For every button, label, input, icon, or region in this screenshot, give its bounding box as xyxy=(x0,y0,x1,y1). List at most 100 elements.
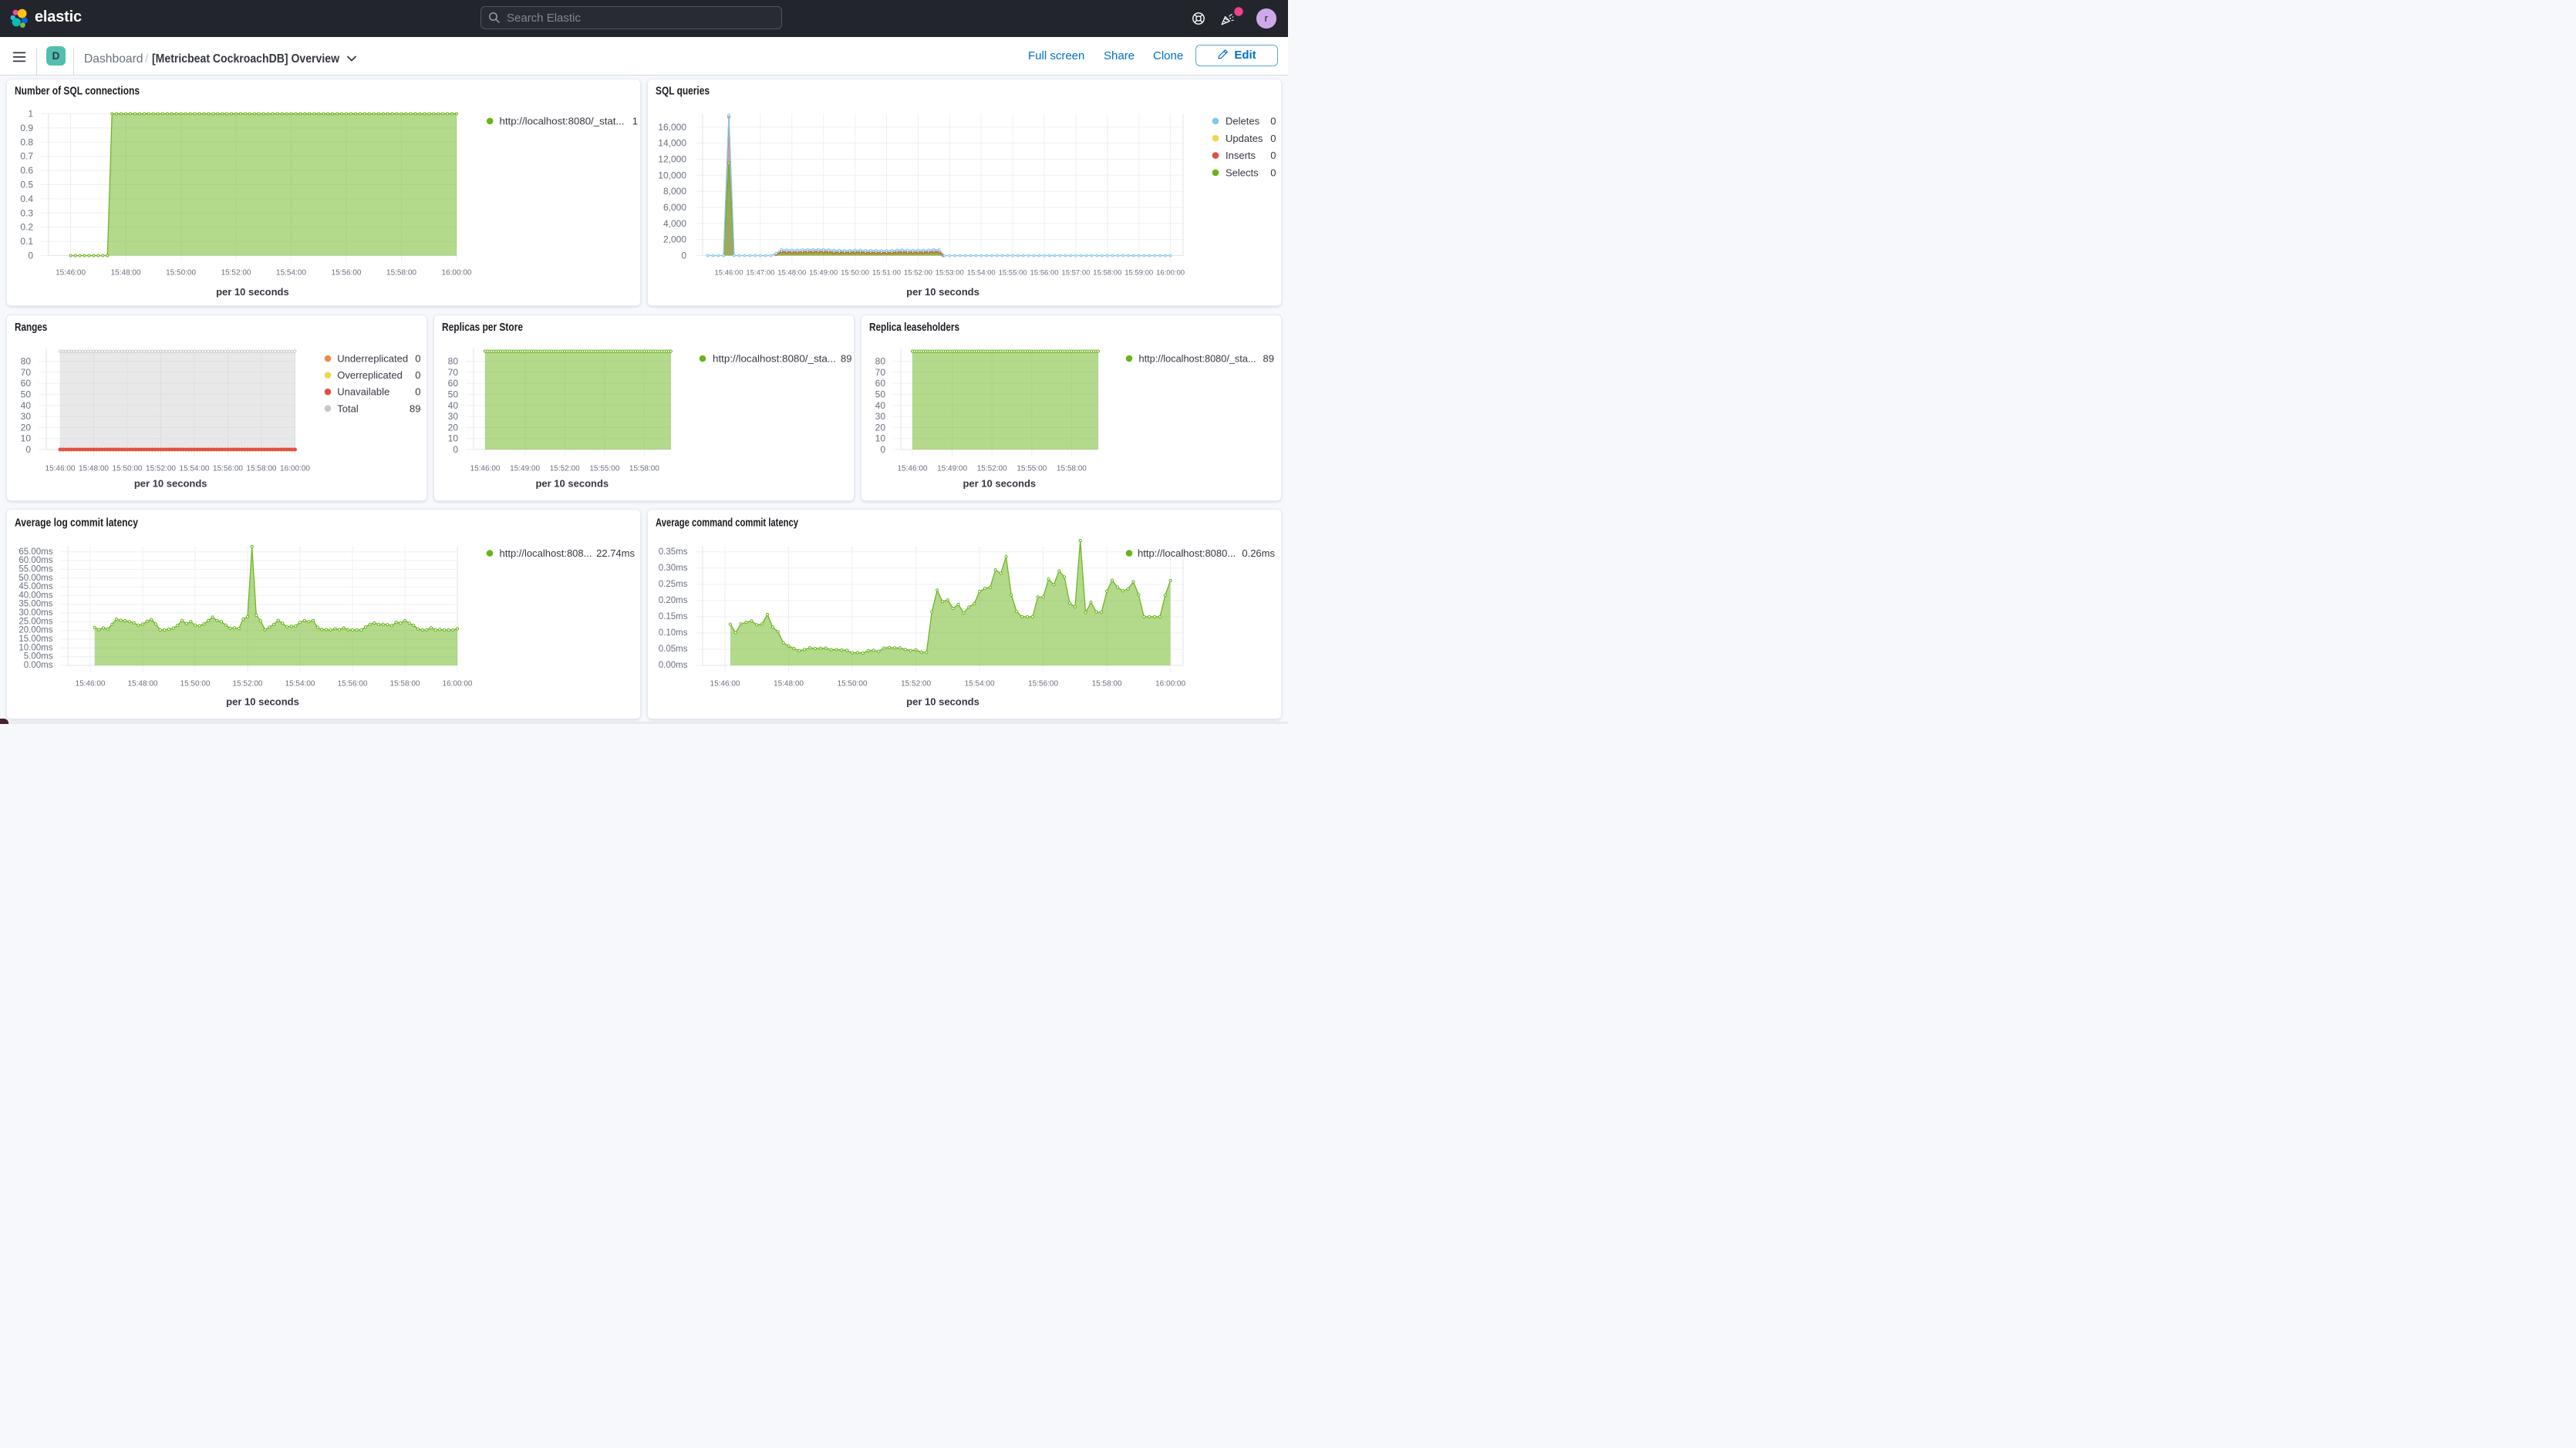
svg-text:10: 10 xyxy=(21,433,32,443)
svg-text:0: 0 xyxy=(1270,132,1276,143)
svg-text:10.00ms: 10.00ms xyxy=(19,643,52,652)
svg-text:15:48:00: 15:48:00 xyxy=(774,679,804,688)
svg-text:16:00:00: 16:00:00 xyxy=(442,268,472,277)
svg-text:30.00ms: 30.00ms xyxy=(19,608,52,618)
svg-text:1: 1 xyxy=(28,108,33,119)
svg-text:89: 89 xyxy=(410,402,420,414)
svg-text:15:54:00: 15:54:00 xyxy=(180,464,210,473)
svg-text:0: 0 xyxy=(453,444,458,455)
svg-text:15:56:00: 15:56:00 xyxy=(213,464,243,473)
svg-text:15:46:00: 15:46:00 xyxy=(46,464,76,473)
svg-text:per 10 seconds: per 10 seconds xyxy=(216,286,289,298)
svg-text:15:54:00: 15:54:00 xyxy=(967,268,996,277)
svg-text:0: 0 xyxy=(415,352,420,364)
svg-text:Average command commit latency: Average command commit latency xyxy=(656,516,798,529)
svg-text:15:50:00: 15:50:00 xyxy=(180,679,211,688)
svg-text:10: 10 xyxy=(875,433,886,443)
svg-text:Deletes: Deletes xyxy=(1226,115,1260,126)
svg-text:15:57:00: 15:57:00 xyxy=(1061,268,1090,277)
svg-text:2,000: 2,000 xyxy=(663,234,686,244)
svg-text:15:49:00: 15:49:00 xyxy=(510,464,540,473)
svg-text:http://localhost:8080...: http://localhost:8080... xyxy=(1138,547,1236,559)
svg-text:70: 70 xyxy=(875,366,886,377)
svg-text:15:50:00: 15:50:00 xyxy=(841,268,869,277)
svg-text:15:51:00: 15:51:00 xyxy=(872,268,901,277)
svg-text:0.10ms: 0.10ms xyxy=(659,628,688,637)
svg-text:15:48:00: 15:48:00 xyxy=(128,679,158,688)
svg-text:0: 0 xyxy=(1270,150,1276,161)
svg-text:0.9: 0.9 xyxy=(20,122,33,133)
svg-text:16,000: 16,000 xyxy=(658,121,686,132)
svg-text:14,000: 14,000 xyxy=(658,137,686,148)
svg-text:0.6: 0.6 xyxy=(20,165,33,176)
svg-text:50: 50 xyxy=(448,389,459,399)
svg-text:15:46:00: 15:46:00 xyxy=(715,268,743,277)
svg-text:15:48:00: 15:48:00 xyxy=(79,464,109,473)
svg-text:6,000: 6,000 xyxy=(663,202,686,213)
svg-text:15:47:00: 15:47:00 xyxy=(746,268,774,277)
svg-text:4,000: 4,000 xyxy=(663,217,686,228)
svg-text:60: 60 xyxy=(875,378,886,389)
svg-text:15:56:00: 15:56:00 xyxy=(338,679,368,688)
svg-text:Underreplicated: Underreplicated xyxy=(337,352,408,364)
svg-text:Unavailable: Unavailable xyxy=(337,386,389,397)
svg-text:0.15ms: 0.15ms xyxy=(659,611,688,621)
svg-text:http://localhost:808...: http://localhost:808... xyxy=(500,547,592,559)
svg-text:0.4: 0.4 xyxy=(20,193,33,204)
svg-text:per 10 seconds: per 10 seconds xyxy=(535,477,609,489)
svg-text:15:58:00: 15:58:00 xyxy=(629,464,659,473)
svg-text:15:50:00: 15:50:00 xyxy=(166,268,196,277)
svg-text:50.00ms: 50.00ms xyxy=(19,573,52,582)
svg-text:45.00ms: 45.00ms xyxy=(19,582,52,591)
svg-text:0.00ms: 0.00ms xyxy=(659,661,688,670)
svg-text:80: 80 xyxy=(21,355,32,366)
svg-text:15:52:00: 15:52:00 xyxy=(550,464,580,473)
svg-text:22.74ms: 22.74ms xyxy=(596,547,635,559)
svg-text:15:55:00: 15:55:00 xyxy=(1017,464,1047,473)
svg-text:15:59:00: 15:59:00 xyxy=(1124,268,1153,277)
svg-text:Replicas per Store: Replicas per Store xyxy=(442,320,523,333)
svg-text:http://localhost:8080/_stat...: http://localhost:8080/_stat... xyxy=(500,115,625,126)
svg-text:15:58:00: 15:58:00 xyxy=(1092,679,1122,688)
svg-text:Number of SQL connections: Number of SQL connections xyxy=(15,84,140,97)
svg-text:15:56:00: 15:56:00 xyxy=(332,268,362,277)
svg-text:1: 1 xyxy=(632,115,638,126)
svg-text:0: 0 xyxy=(1270,167,1276,178)
svg-text:0.7: 0.7 xyxy=(20,150,33,161)
svg-text:0.1: 0.1 xyxy=(20,236,33,247)
svg-text:Replica leaseholders: Replica leaseholders xyxy=(869,320,959,333)
svg-text:Overreplicated: Overreplicated xyxy=(337,369,403,381)
svg-text:80: 80 xyxy=(448,355,459,366)
svg-text:per 10 seconds: per 10 seconds xyxy=(906,286,979,298)
svg-text:http://localhost:8080/_sta...: http://localhost:8080/_sta... xyxy=(1139,352,1256,364)
svg-text:0.2: 0.2 xyxy=(20,221,33,232)
svg-text:55.00ms: 55.00ms xyxy=(19,564,52,574)
svg-text:60: 60 xyxy=(21,378,32,389)
svg-text:15:52:00: 15:52:00 xyxy=(977,464,1007,473)
svg-text:15:54:00: 15:54:00 xyxy=(276,268,306,277)
svg-text:50: 50 xyxy=(21,389,32,399)
svg-text:0: 0 xyxy=(880,444,885,455)
svg-text:per 10 seconds: per 10 seconds xyxy=(134,477,207,489)
svg-text:30: 30 xyxy=(21,411,32,422)
svg-text:0: 0 xyxy=(681,250,686,261)
svg-text:12,000: 12,000 xyxy=(658,153,686,164)
svg-text:15:46:00: 15:46:00 xyxy=(898,464,928,473)
svg-text:0.25ms: 0.25ms xyxy=(659,579,688,588)
svg-text:15:50:00: 15:50:00 xyxy=(838,679,868,688)
svg-text:15:58:00: 15:58:00 xyxy=(1093,268,1121,277)
svg-text:15:55:00: 15:55:00 xyxy=(589,464,619,473)
svg-text:15:48:00: 15:48:00 xyxy=(777,268,806,277)
svg-text:0: 0 xyxy=(415,369,420,381)
svg-text:15:50:00: 15:50:00 xyxy=(113,464,143,473)
svg-text:0.3: 0.3 xyxy=(20,207,33,218)
svg-text:15:52:00: 15:52:00 xyxy=(146,464,176,473)
svg-text:/: / xyxy=(145,52,149,66)
svg-text:20.00ms: 20.00ms xyxy=(19,625,52,635)
svg-text:Ranges: Ranges xyxy=(15,320,47,333)
svg-text:50: 50 xyxy=(875,389,886,399)
svg-text:70: 70 xyxy=(448,366,459,377)
svg-text:0.00ms: 0.00ms xyxy=(24,661,53,670)
svg-text:0: 0 xyxy=(415,386,420,397)
svg-text:8,000: 8,000 xyxy=(663,186,686,197)
